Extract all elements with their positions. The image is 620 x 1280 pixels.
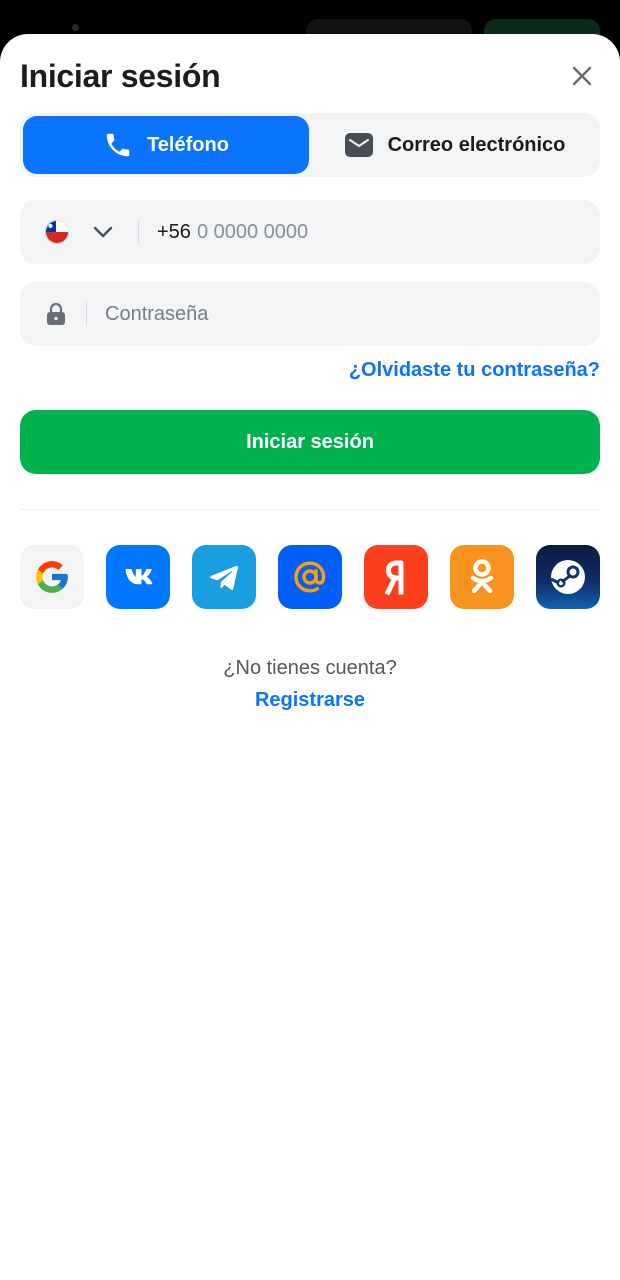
yandex-icon: [384, 560, 404, 596]
login-method-tabs: Teléfono Correo electrónico: [20, 113, 600, 177]
no-account-text: ¿No tienes cuenta?: [223, 657, 397, 679]
vk-icon: [125, 569, 153, 585]
tab-phone-label: Teléfono: [147, 133, 229, 156]
tab-phone[interactable]: Teléfono: [23, 116, 309, 174]
lock-icon: [47, 302, 65, 325]
yandex-login-button[interactable]: [364, 545, 428, 609]
divider: [20, 509, 600, 510]
forgot-password-link[interactable]: ¿Olvidaste tu contraseña?: [349, 359, 600, 382]
divider: [138, 220, 139, 244]
phone-field: +56 0 0000 0000: [20, 200, 600, 264]
phone-prefix: +56: [157, 220, 191, 243]
password-field: Contraseña: [20, 282, 600, 346]
tab-email-label: Correo electrónico: [387, 133, 566, 156]
telegram-icon: [210, 565, 238, 590]
mail-ru-icon: [294, 561, 326, 593]
mail-icon: [344, 133, 373, 157]
login-button[interactable]: Iniciar sesión: [20, 410, 600, 474]
register-link[interactable]: Registrarse: [255, 689, 365, 711]
steam-login-button[interactable]: [536, 545, 600, 609]
divider: [86, 302, 87, 326]
vk-login-button[interactable]: [106, 545, 170, 609]
chevron-down-icon[interactable]: [92, 222, 114, 242]
telegram-login-button[interactable]: [192, 545, 256, 609]
password-placeholder: Contraseña: [105, 302, 209, 325]
page-title: Iniciar sesión: [20, 58, 221, 94]
odnoklassniki-login-button[interactable]: [450, 545, 514, 609]
phone-placeholder: 0 0000 0000: [196, 220, 309, 243]
status-dot: [72, 24, 79, 31]
password-input[interactable]: Contraseña: [105, 282, 584, 346]
google-icon: [36, 561, 68, 593]
odnoklassniki-icon: [470, 559, 494, 594]
login-sheet: Iniciar sesión Teléfono Correo electróni…: [0, 34, 620, 1280]
social-login-row: [20, 545, 600, 609]
tab-email[interactable]: Correo electrónico: [312, 116, 597, 174]
close-icon: [572, 66, 592, 86]
close-button[interactable]: [564, 58, 600, 94]
login-button-label: Iniciar sesión: [246, 430, 374, 453]
mail-ru-login-button[interactable]: [278, 545, 342, 609]
phone-icon: [106, 133, 130, 157]
steam-icon: [550, 560, 585, 594]
google-login-button[interactable]: [20, 545, 84, 609]
register-link-row: Registrarse: [0, 689, 620, 712]
phone-input[interactable]: +56 0 0000 0000: [157, 200, 584, 264]
chile-flag-icon[interactable]: [45, 220, 69, 244]
